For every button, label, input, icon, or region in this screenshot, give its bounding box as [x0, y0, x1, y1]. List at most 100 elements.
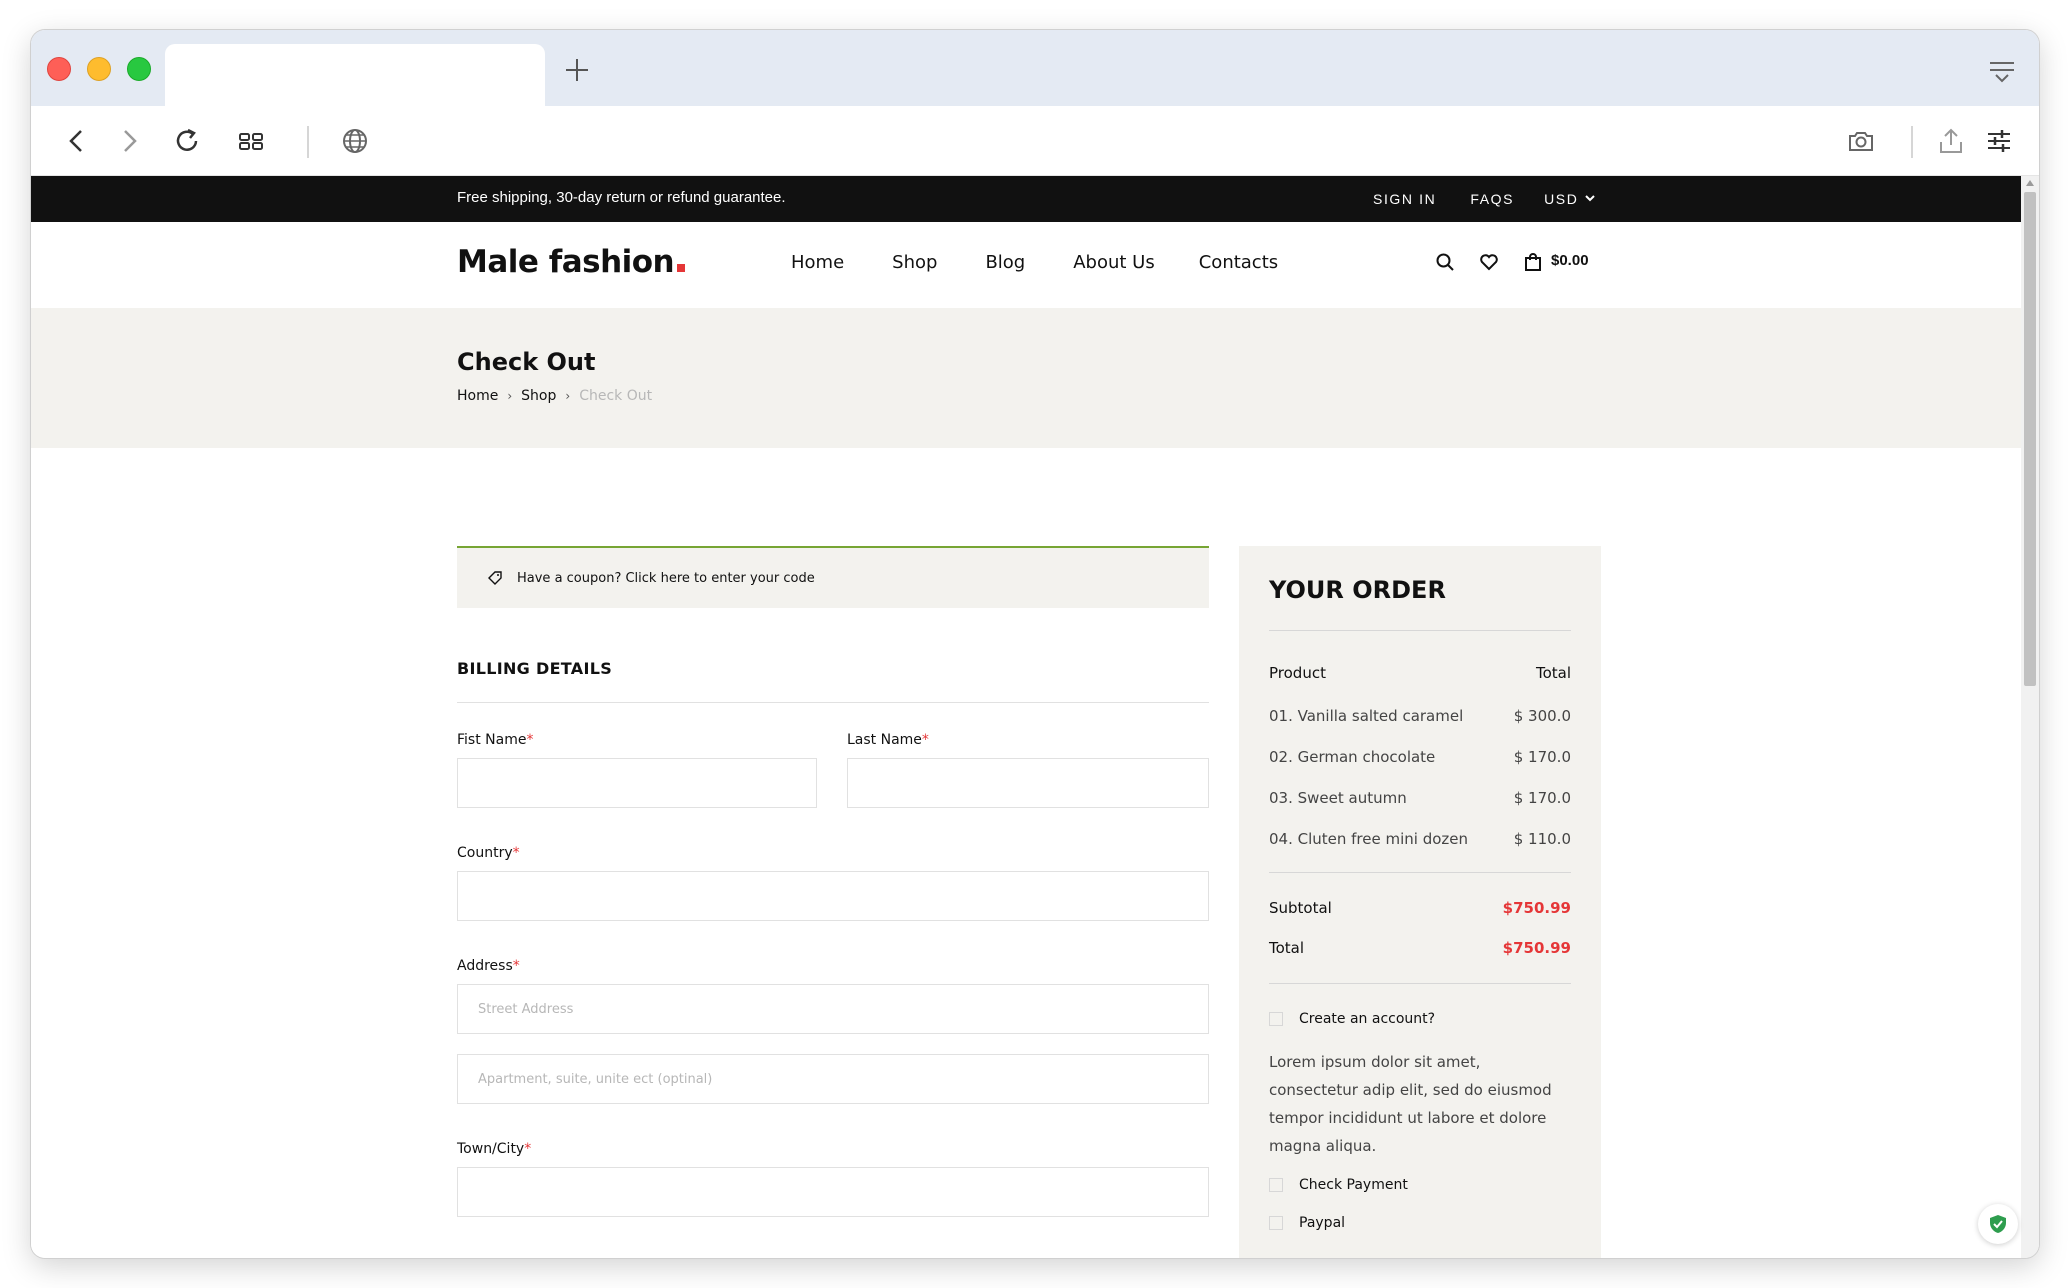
offer-bar: Free shipping, 30-day return or refund g…	[31, 176, 2021, 222]
item-price: $ 170.0	[1513, 789, 1571, 807]
breadcrumb-current: Check Out	[579, 388, 653, 404]
page-title: Check Out	[457, 348, 596, 376]
order-header-row: Product Total	[1269, 664, 1571, 682]
item-name: 01. Vanilla salted caramel	[1269, 707, 1464, 725]
nav-shop[interactable]: Shop	[892, 252, 937, 273]
promo-text: Free shipping, 30-day return or refund g…	[457, 189, 786, 206]
item-price: $ 110.0	[1513, 830, 1571, 848]
browser-toolbar	[31, 106, 2039, 176]
last-name-label: Last Name*	[847, 732, 929, 748]
check-payment-checkbox[interactable]	[1269, 1178, 1283, 1192]
currency-value: USD	[1544, 191, 1579, 207]
page-viewport: Free shipping, 30-day return or refund g…	[31, 176, 2021, 1258]
item-price: $ 170.0	[1513, 748, 1571, 766]
close-window-button[interactable]	[47, 57, 71, 81]
country-input[interactable]	[457, 871, 1209, 921]
forward-icon[interactable]	[111, 123, 147, 159]
maximize-window-button[interactable]	[127, 57, 151, 81]
col-product: Product	[1269, 664, 1326, 682]
new-tab-icon[interactable]	[559, 52, 595, 88]
order-title: YOUR ORDER	[1269, 576, 1446, 604]
order-divider	[1269, 872, 1571, 873]
nav-about-us[interactable]: About Us	[1073, 252, 1155, 273]
paypal-label: Paypal	[1299, 1215, 1346, 1231]
breadcrumb-shop[interactable]: Shop	[521, 388, 556, 404]
settings-sliders-icon[interactable]	[1981, 123, 2017, 159]
order-divider	[1269, 983, 1571, 984]
order-item: 04. Cluten free mini dozen $ 110.0	[1269, 830, 1571, 848]
chevron-down-icon	[1585, 195, 1595, 202]
order-item: 02. German chocolate $ 170.0	[1269, 748, 1571, 766]
browser-window: Free shipping, 30-day return or refund g…	[31, 30, 2039, 1258]
create-account-checkbox[interactable]	[1269, 1012, 1283, 1026]
logo-text: Male fashion	[457, 244, 675, 280]
street-address-input[interactable]	[457, 984, 1209, 1034]
nav-home[interactable]: Home	[791, 252, 844, 273]
paypal-option[interactable]: Paypal	[1269, 1215, 1345, 1231]
topbar-links: SIGN IN FAQS USD	[1373, 191, 1596, 207]
town-label: Town/City*	[457, 1141, 532, 1157]
scroll-up-arrow[interactable]	[2026, 180, 2034, 186]
share-icon[interactable]	[1933, 123, 1969, 159]
search-icon[interactable]	[1435, 252, 1455, 272]
check-payment-option[interactable]: Check Payment	[1269, 1177, 1408, 1193]
currency-select[interactable]: USD	[1544, 191, 1596, 207]
heart-icon[interactable]	[1479, 252, 1499, 272]
toolbar-divider-right	[1911, 126, 1913, 158]
breadcrumb-home[interactable]: Home	[457, 388, 498, 404]
camera-icon[interactable]	[1843, 123, 1879, 159]
total-row: Total $750.99	[1269, 939, 1571, 957]
breadcrumb-section: Check Out Home › Shop › Check Out	[31, 308, 2021, 448]
minimize-window-button[interactable]	[87, 57, 111, 81]
shield-check-icon[interactable]	[1978, 1204, 2018, 1244]
last-name-input[interactable]	[847, 758, 1209, 808]
subtotal-label: Subtotal	[1269, 899, 1332, 917]
apartment-input[interactable]	[457, 1054, 1209, 1104]
item-name: 03. Sweet autumn	[1269, 789, 1407, 807]
coupon-text: Have a coupon? Click here to enter your …	[517, 570, 815, 586]
order-item: 01. Vanilla salted caramel $ 300.0	[1269, 707, 1571, 725]
site-logo[interactable]: Male fashion	[457, 244, 686, 280]
globe-icon[interactable]	[337, 123, 373, 159]
order-item: 03. Sweet autumn $ 170.0	[1269, 789, 1571, 807]
address-label: Address*	[457, 958, 520, 974]
tag-icon	[488, 571, 502, 585]
subtotal-value: $750.99	[1502, 899, 1571, 917]
toolbar-divider	[307, 126, 309, 158]
tab-menu-icon[interactable]	[1987, 56, 2017, 86]
scroll-thumb[interactable]	[2024, 192, 2036, 686]
back-icon[interactable]	[59, 123, 95, 159]
order-description: Lorem ipsum dolor sit amet, consectetur …	[1269, 1053, 1552, 1155]
sign-in-link[interactable]: SIGN IN	[1373, 191, 1436, 207]
logo-dot	[677, 264, 686, 272]
create-account-label: Create an account?	[1299, 1011, 1436, 1027]
first-name-label: Fist Name*	[457, 732, 534, 748]
nav-contacts[interactable]: Contacts	[1199, 252, 1278, 273]
item-name: 02. German chocolate	[1269, 748, 1436, 766]
item-name: 04. Cluten free mini dozen	[1269, 830, 1469, 848]
cart-icon[interactable]: $0.00	[1523, 252, 1589, 272]
tab-bar	[31, 30, 2039, 106]
total-value: $750.99	[1502, 939, 1571, 957]
active-tab[interactable]	[165, 44, 545, 106]
coupon-notice[interactable]: Have a coupon? Click here to enter your …	[457, 546, 1209, 608]
nav-blog[interactable]: Blog	[985, 252, 1025, 273]
subtotal-row: Subtotal $750.99	[1269, 899, 1571, 917]
town-input[interactable]	[457, 1167, 1209, 1217]
cart-total: $0.00	[1551, 252, 1589, 269]
col-total: Total	[1535, 664, 1571, 682]
billing-title: BILLING DETAILS	[457, 659, 613, 678]
chevron-right-icon: ›	[565, 389, 571, 403]
tab-grid-icon[interactable]	[233, 123, 269, 159]
page-scrollbar[interactable]	[2021, 176, 2039, 1258]
site-header: Male fashion Home Shop Blog About Us Con…	[31, 222, 2021, 308]
breadcrumb: Home › Shop › Check Out	[457, 388, 652, 404]
create-account-option[interactable]: Create an account?	[1269, 1011, 1435, 1027]
paypal-checkbox[interactable]	[1269, 1216, 1283, 1230]
total-label: Total	[1269, 939, 1305, 957]
reload-icon[interactable]	[169, 123, 205, 159]
main-nav: Home Shop Blog About Us Contacts	[791, 252, 1326, 273]
first-name-input[interactable]	[457, 758, 817, 808]
check-payment-label: Check Payment	[1299, 1177, 1408, 1193]
faqs-link[interactable]: FAQS	[1470, 191, 1514, 207]
